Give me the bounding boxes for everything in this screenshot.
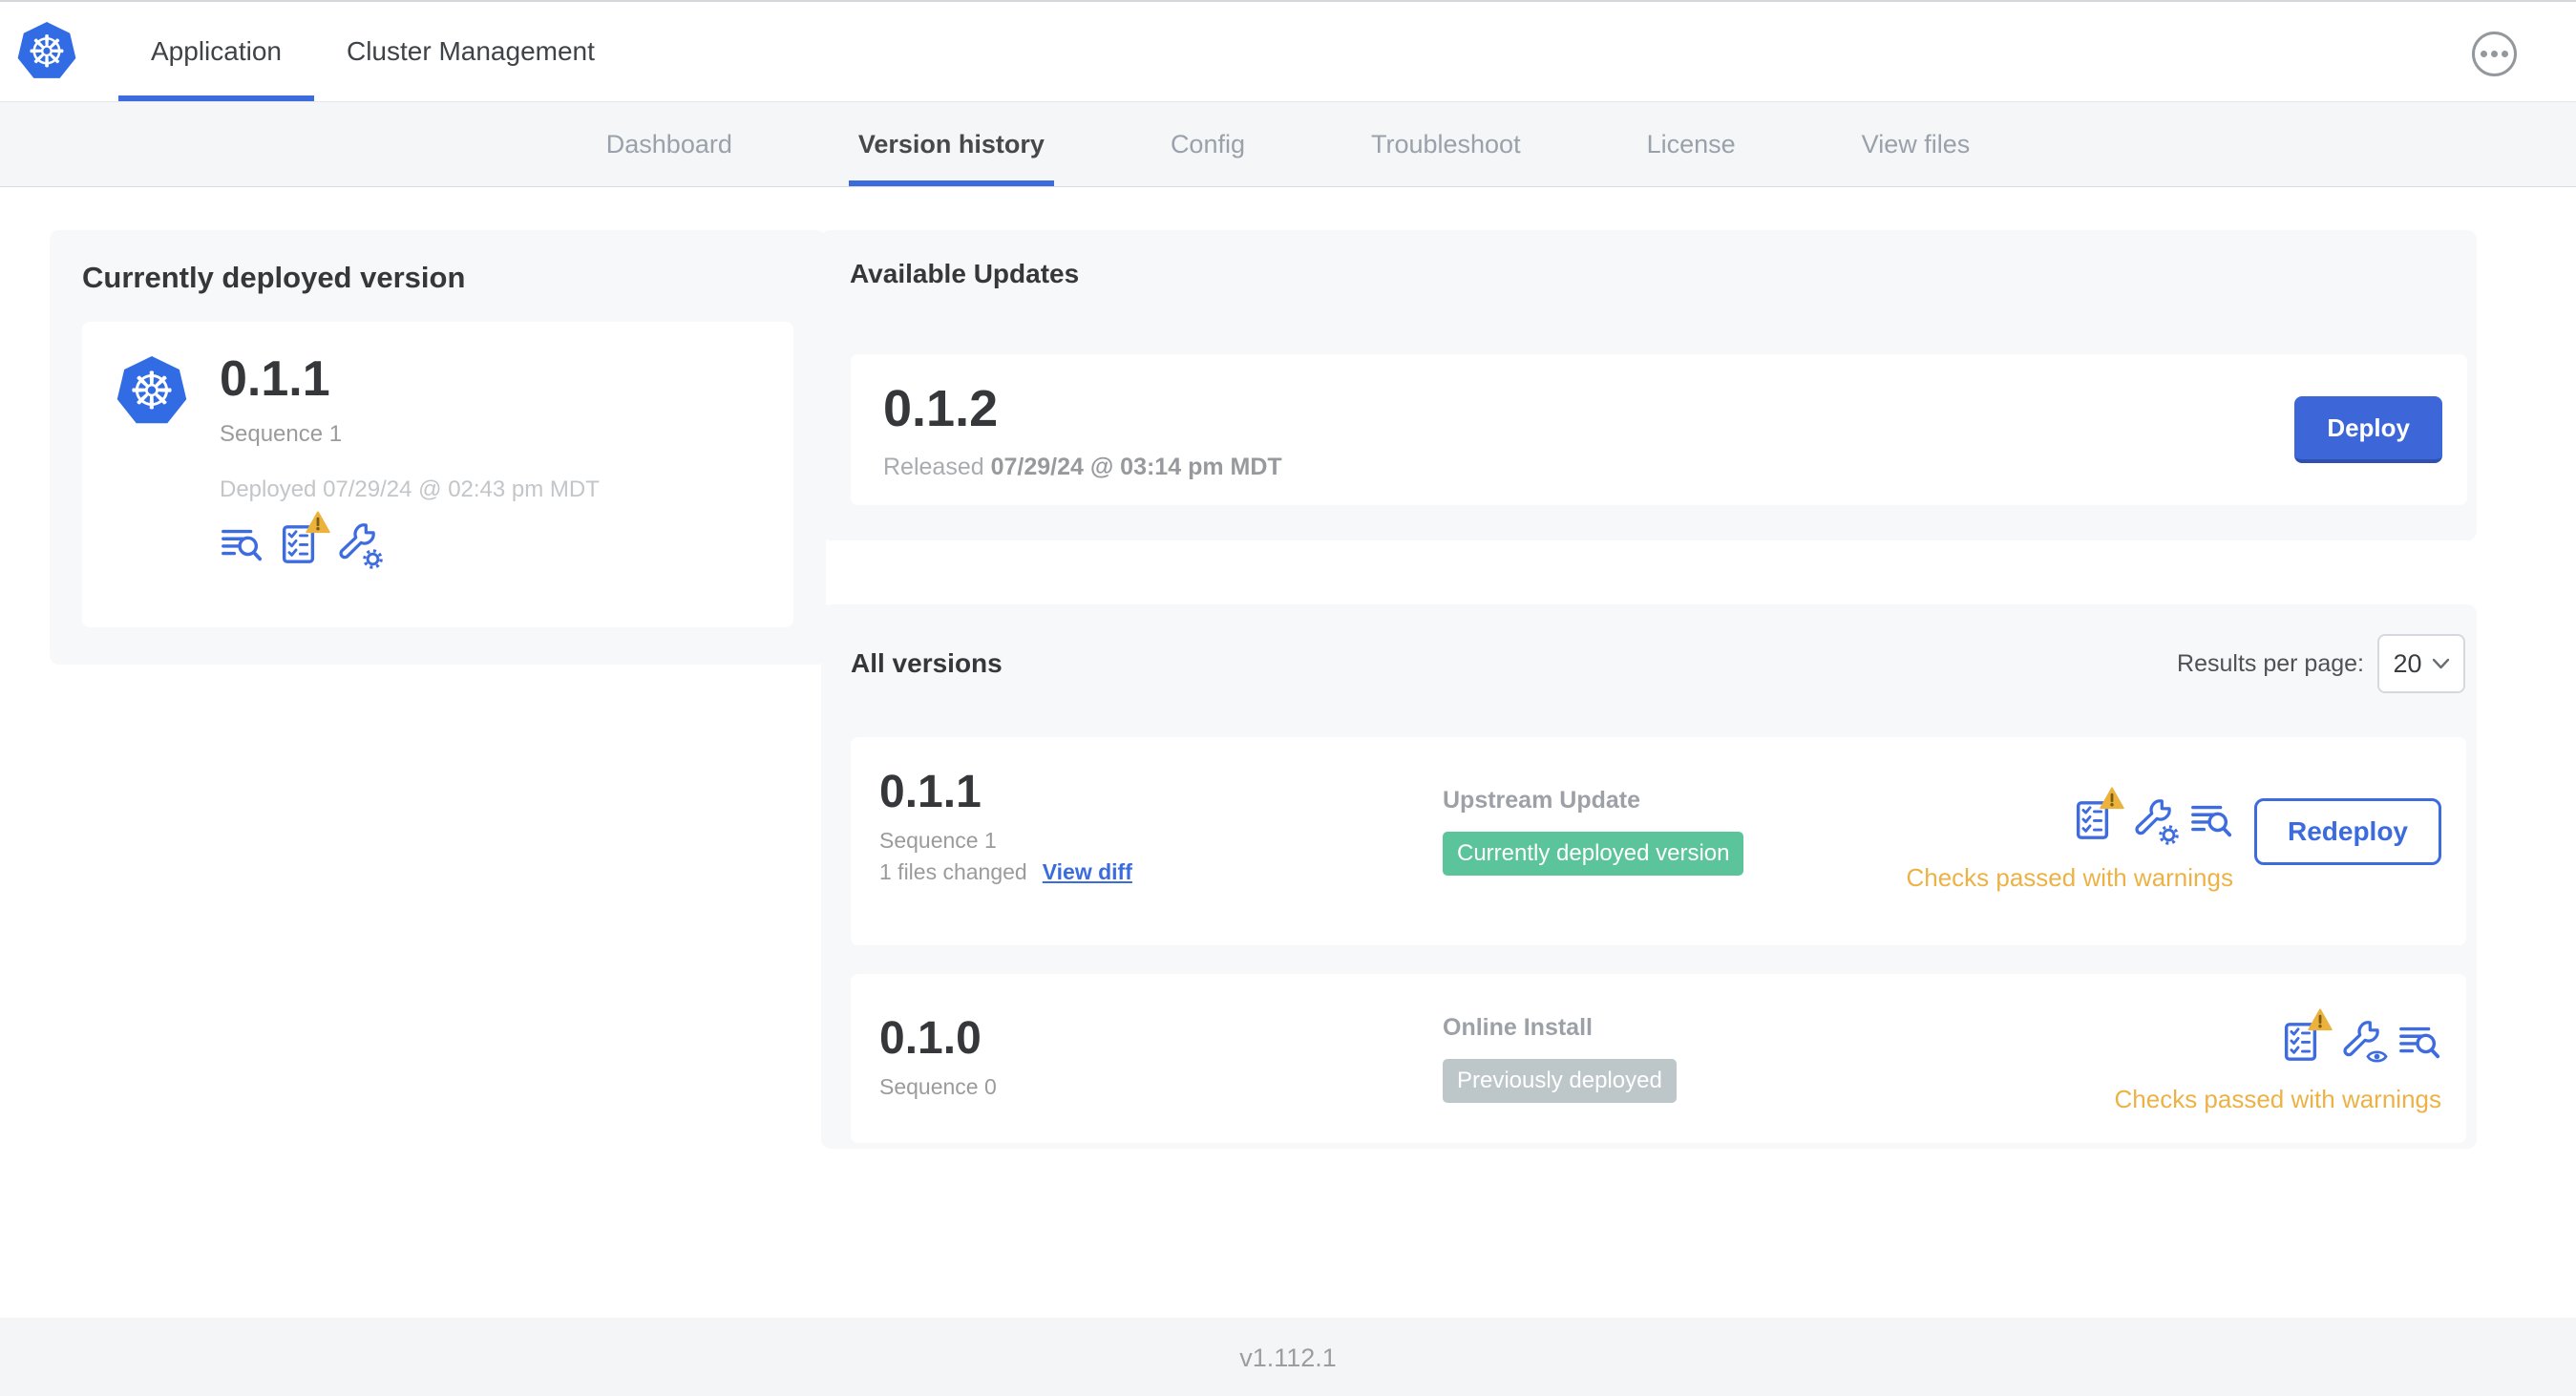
all-versions-header: All versions Results per page: 20	[851, 633, 2465, 694]
tab-application[interactable]: Application	[118, 2, 314, 101]
preflight-status-text: Checks passed with warnings	[2114, 1085, 2442, 1113]
subnav-tab-label: Troubleshoot	[1370, 129, 1521, 159]
config-wrench-gear-icon[interactable]	[334, 522, 378, 566]
row-files-changed-line: 1 files changed View diff	[879, 859, 1443, 885]
subnav-tab-version-history[interactable]: Version history	[848, 102, 1054, 186]
deployed-version-number: 0.1.1	[220, 351, 330, 407]
main-content: Currently deployed version ☸ 0.1.1 Seque…	[0, 187, 2576, 1317]
app-sub-nav: Dashboard Version history Config Trouble…	[0, 102, 2576, 187]
ellipsis-dot	[2481, 51, 2487, 57]
results-per-page-value: 20	[2393, 648, 2422, 678]
currently-deployed-title: Currently deployed version	[82, 261, 466, 294]
subnav-tab-license[interactable]: License	[1637, 102, 1745, 186]
version-row: 0.1.1 Sequence 1 1 files changed View di…	[851, 737, 2466, 945]
chevron-down-icon	[2432, 658, 2449, 669]
subnav-tab-label: License	[1646, 129, 1736, 159]
log-search-icon[interactable]	[220, 522, 264, 566]
icons-and-status: Checks passed with warnings	[2114, 1020, 2442, 1114]
deployed-sequence: Sequence 1	[220, 421, 343, 447]
warning-triangle-icon	[2100, 787, 2124, 810]
row-sequence: Sequence 0	[879, 1074, 997, 1099]
warning-triangle-icon	[2308, 1008, 2333, 1031]
version-row-info: 0.1.1 Sequence 1 1 files changed View di…	[879, 766, 1443, 945]
preflight-checks-warning-icon[interactable]	[2279, 1020, 2323, 1064]
deployed-action-icons	[220, 522, 600, 566]
ellipsis-dot	[2502, 51, 2508, 57]
released-prefix: Released	[883, 453, 984, 480]
subnav-tab-label: Version history	[857, 129, 1045, 159]
gear-icon	[362, 548, 384, 570]
currently-deployed-panel: Currently deployed version ☸ 0.1.1 Seque…	[50, 230, 826, 665]
preflight-checks-warning-icon[interactable]	[277, 522, 321, 566]
kots-admin-console: ☸ Application Cluster Management Dashboa…	[0, 0, 2576, 1396]
tab-cluster-management[interactable]: Cluster Management	[314, 2, 627, 101]
console-footer: v1.112.1	[0, 1318, 2576, 1396]
version-row-source: Online Install Previously deployed	[1443, 1014, 1677, 1143]
available-updates-panel: Available Updates 0.1.2 Released 07/29/2…	[821, 230, 2477, 540]
preflight-checks-warning-icon[interactable]	[2071, 798, 2115, 842]
log-search-icon[interactable]	[2397, 1020, 2441, 1064]
top-tabs: Application Cluster Management	[118, 2, 627, 101]
subnav-tab-dashboard[interactable]: Dashboard	[597, 102, 742, 186]
kubernetes-logo-icon: ☸	[17, 22, 76, 78]
row-sequence: Sequence 1	[879, 828, 997, 853]
config-wrench-gear-icon[interactable]	[2130, 798, 2174, 842]
config-wrench-eye-icon[interactable]	[2338, 1020, 2382, 1064]
subnav-tab-label: Dashboard	[605, 129, 732, 159]
icons-and-status: Checks passed with warnings	[1906, 798, 2233, 893]
update-version-number: 0.1.2	[883, 379, 999, 437]
update-info: 0.1.2 Released 07/29/24 @ 03:14 pm MDT	[883, 379, 1282, 481]
redeploy-button[interactable]: Redeploy	[2253, 798, 2441, 865]
currently-deployed-badge: Currently deployed version	[1443, 832, 1744, 876]
ellipsis-dot	[2491, 51, 2498, 57]
more-menu-button[interactable]	[2472, 32, 2517, 76]
kubernetes-wheel-icon: ☸	[128, 361, 176, 421]
deployed-timestamp: Deployed 07/29/24 @ 02:43 pm MDT	[220, 476, 600, 502]
view-diff-link[interactable]: View diff	[1043, 859, 1132, 885]
files-changed-text: 1 files changed	[879, 859, 1027, 884]
version-row-info: 0.1.0 Sequence 0	[879, 1012, 1443, 1143]
log-search-icon[interactable]	[2189, 798, 2233, 842]
eye-icon	[2366, 1046, 2388, 1068]
available-updates-title: Available Updates	[850, 259, 1080, 288]
deployed-version-info: 0.1.1 Sequence 1 Deployed 07/29/24 @ 02:…	[220, 350, 600, 599]
row-version-number: 0.1.0	[879, 1013, 982, 1064]
subnav-tab-view-files[interactable]: View files	[1852, 102, 1980, 186]
top-bar: ☸ Application Cluster Management	[0, 2, 2576, 102]
version-row: 0.1.0 Sequence 0 Online Install Previous…	[851, 974, 2466, 1143]
row-source-label: Upstream Update	[1443, 787, 1640, 814]
subnav-tab-config[interactable]: Config	[1161, 102, 1255, 186]
deploy-button[interactable]: Deploy	[2294, 396, 2442, 463]
preflight-status-text: Checks passed with warnings	[1906, 863, 2233, 892]
tab-application-label: Application	[151, 36, 282, 66]
all-versions-panel: All versions Results per page: 20 0.1.1 …	[821, 604, 2477, 1149]
subnav-tab-label: Config	[1170, 129, 1245, 159]
results-per-page: Results per page: 20	[2177, 634, 2465, 693]
currently-deployed-card: ☸ 0.1.1 Sequence 1 Deployed 07/29/24 @ 0…	[82, 322, 793, 627]
available-update-card: 0.1.2 Released 07/29/24 @ 03:14 pm MDT D…	[851, 354, 2467, 505]
row-version-number: 0.1.1	[879, 767, 982, 817]
all-versions-title: All versions	[851, 648, 1003, 678]
version-row-actions: Checks passed with warnings Redeploy	[1906, 798, 2441, 945]
version-row-source: Upstream Update Currently deployed versi…	[1443, 787, 1744, 945]
console-version: v1.112.1	[1239, 1343, 1337, 1372]
previously-deployed-badge: Previously deployed	[1443, 1059, 1677, 1103]
row-source-label: Online Install	[1443, 1014, 1593, 1041]
row-action-icons	[2279, 1020, 2441, 1064]
warning-triangle-icon	[306, 511, 330, 534]
subnav-tab-label: View files	[1861, 129, 1971, 159]
kubernetes-app-icon: ☸	[116, 356, 187, 424]
results-per-page-select[interactable]: 20	[2377, 634, 2465, 693]
kubernetes-wheel-icon: ☸	[27, 26, 67, 77]
subnav-tab-troubleshoot[interactable]: Troubleshoot	[1362, 102, 1531, 186]
version-row-actions: Checks passed with warnings	[2114, 1020, 2442, 1143]
results-per-page-label: Results per page:	[2177, 649, 2364, 677]
gear-icon	[2158, 824, 2180, 846]
row-action-icons	[2071, 798, 2233, 842]
tab-cluster-management-label: Cluster Management	[346, 36, 595, 66]
released-timestamp: 07/29/24 @ 03:14 pm MDT	[990, 453, 1282, 480]
update-released-line: Released 07/29/24 @ 03:14 pm MDT	[883, 454, 1282, 481]
